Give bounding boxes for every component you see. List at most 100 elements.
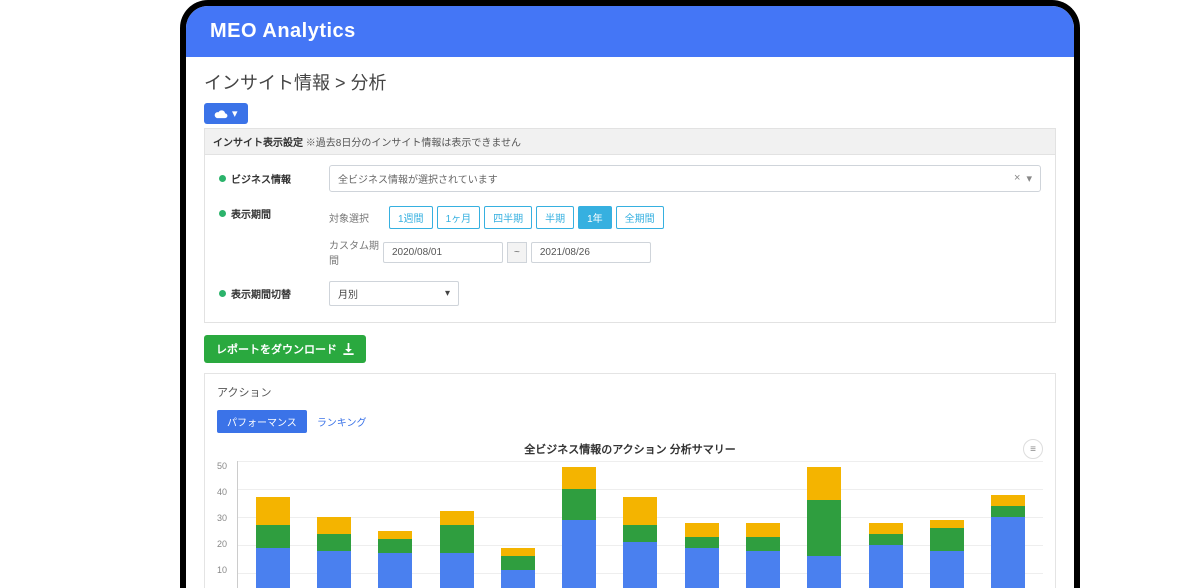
bar-segment-yellow [746,523,780,537]
bar-segment-green [378,539,412,553]
bar-segment-green [685,537,719,548]
bar-segment-yellow [562,467,596,489]
bar[interactable] [869,523,903,588]
bar-segment-blue [256,548,290,588]
chart-title: 全ビジネス情報のアクション 分析サマリー [217,441,1043,457]
bar-segment-yellow [378,531,412,539]
bar-segment-yellow [685,523,719,537]
y-tick: 20 [217,539,227,549]
bar-segment-green [869,534,903,545]
period-button[interactable]: 1年 [578,206,612,229]
filter-label-business: ビジネス情報 [219,171,329,186]
status-dot-icon [219,210,226,217]
bar-segment-blue [930,551,964,588]
y-tick: 10 [217,565,227,575]
bar-segment-yellow [623,497,657,525]
bar[interactable] [623,497,657,588]
date-from-input[interactable]: 2020/08/01 [383,242,503,263]
chart-y-axis: 50403020100 [217,461,231,588]
chart-bars [238,461,1043,588]
bar-segment-green [501,556,535,570]
bar-segment-green [991,506,1025,517]
chart-container: 全ビジネス情報のアクション 分析サマリー ≡ 50403020100 08/01… [217,441,1043,588]
card-tabs: パフォーマンス ランキング [217,410,1043,433]
bar-segment-green [256,525,290,547]
bar[interactable] [807,467,841,588]
business-select-value: 全ビジネス情報が選択されています [338,171,498,186]
bar-segment-yellow [440,511,474,525]
filter-label-period: 表示期間 [219,206,329,221]
unit-select[interactable]: 月別 ▾ [329,281,459,306]
bar[interactable] [256,497,290,588]
settings-bar-note: ※過去8日分のインサイト情報は表示できません [303,138,521,149]
chevron-down-icon: ▾ [445,288,450,299]
card-section-title: アクション [217,384,1043,400]
bar[interactable] [562,467,596,588]
period-button[interactable]: 1週間 [389,206,433,229]
bar-segment-blue [869,545,903,588]
cloud-icon [214,109,228,119]
bar[interactable] [930,520,964,588]
date-range-separator: ~ [507,242,527,263]
period-sub-custom-label: カスタム期間 [329,237,379,267]
cloud-dropdown-button[interactable]: ▾ [204,103,248,124]
bar[interactable] [440,511,474,588]
chart-menu-button[interactable]: ≡ [1023,439,1043,459]
bar[interactable] [378,531,412,588]
settings-bar: インサイト表示設定 ※過去8日分のインサイト情報は表示できません [204,128,1056,155]
chevron-down-icon: ▾ [232,107,238,120]
business-select[interactable]: 全ビジネス情報が選択されています × ▾ [329,165,1041,192]
bar-segment-green [317,534,351,551]
bar-segment-green [746,537,780,551]
bar-segment-blue [562,520,596,588]
tab-performance[interactable]: パフォーマンス [217,410,307,433]
bar[interactable] [501,548,535,588]
period-sub-select-label: 対象選択 [329,210,379,225]
bar-segment-blue [501,570,535,588]
download-report-button[interactable]: レポートをダウンロード [204,335,366,363]
breadcrumb: インサイト情報 > 分析 [204,69,1056,95]
bar[interactable] [317,517,351,588]
bar[interactable] [991,495,1025,588]
bar-segment-yellow [807,467,841,501]
app-header: MEO Analytics [186,6,1074,57]
action-card: アクション パフォーマンス ランキング 全ビジネス情報のアクション 分析サマリー… [204,373,1056,588]
period-button[interactable]: 全期間 [616,206,664,229]
bar[interactable] [685,523,719,588]
bar-segment-green [440,525,474,553]
chart-plot: 08/0109/0110/0111/0112/01202101/0102/010… [237,461,1043,588]
date-to-input[interactable]: 2021/08/26 [531,242,651,263]
bar-segment-blue [440,553,474,588]
download-icon [343,343,354,355]
bar-segment-green [623,525,657,542]
bar[interactable] [746,523,780,588]
settings-bar-title: インサイト表示設定 [213,138,303,149]
filter-label-unit: 表示期間切替 [219,286,329,301]
bar-segment-green [807,500,841,556]
chevron-down-icon[interactable]: ▾ [1026,172,1032,185]
bar-segment-green [930,528,964,550]
period-button[interactable]: 1ヶ月 [437,206,481,229]
period-button[interactable]: 半期 [536,206,574,229]
bar-segment-green [562,489,596,520]
tab-ranking[interactable]: ランキング [317,414,367,429]
y-tick: 40 [217,487,227,497]
bar-segment-blue [991,517,1025,588]
y-tick: 30 [217,513,227,523]
y-tick: 50 [217,461,227,471]
bar-segment-blue [685,548,719,588]
bar-segment-yellow [317,517,351,534]
bar-segment-yellow [501,548,535,556]
filter-panel: ビジネス情報 全ビジネス情報が選択されています × ▾ 表示期間 [204,155,1056,323]
bar-segment-yellow [256,497,290,525]
clear-icon[interactable]: × [1014,172,1020,185]
unit-select-value: 月別 [338,286,358,301]
status-dot-icon [219,175,226,182]
bar-segment-yellow [991,495,1025,506]
bar-segment-blue [378,553,412,588]
bar-segment-blue [317,551,351,588]
bar-segment-blue [623,542,657,588]
period-button[interactable]: 四半期 [484,206,532,229]
bar-segment-yellow [869,523,903,534]
status-dot-icon [219,290,226,297]
